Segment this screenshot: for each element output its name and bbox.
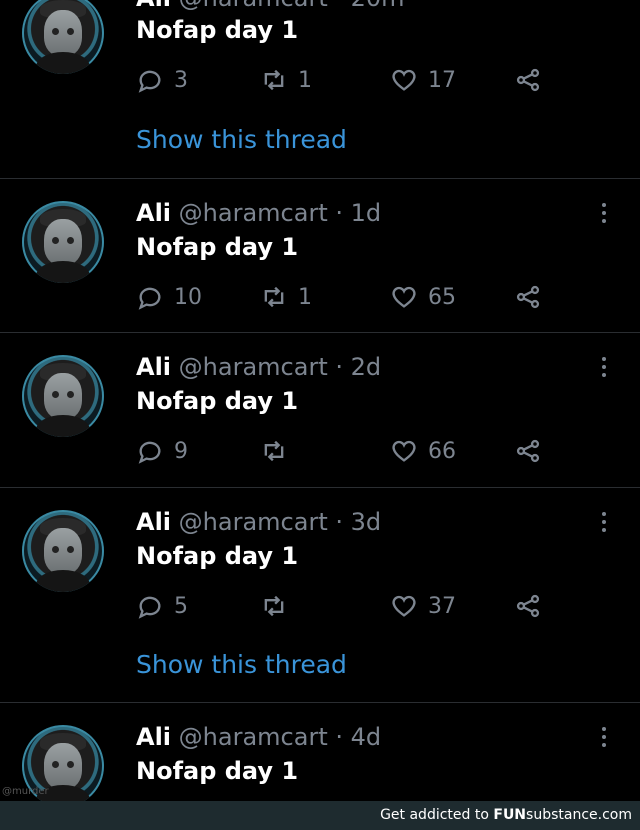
retweet-count: 1 — [298, 67, 312, 93]
like-action[interactable]: 66 — [390, 437, 456, 465]
author-name[interactable]: Ali — [136, 199, 171, 227]
tweet-time[interactable]: · 2d — [335, 353, 381, 381]
like-count: 66 — [428, 438, 456, 464]
reply-action[interactable]: 3 — [136, 66, 188, 94]
reply-count: 9 — [174, 438, 188, 464]
retweet-action[interactable]: 1 — [260, 283, 312, 311]
author-handle[interactable]: @haramcart — [179, 199, 328, 227]
author-name[interactable]: Ali — [136, 0, 171, 12]
tweet-time[interactable]: · 4d — [335, 723, 381, 751]
tweet-2[interactable]: Ali @haramcart · 2d Nofap day 1 9 66 — [0, 332, 640, 488]
heart-icon — [392, 286, 416, 308]
share-action[interactable] — [514, 66, 552, 94]
like-count: 17 — [428, 67, 456, 93]
more-options-icon[interactable] — [598, 357, 610, 381]
retweet-action[interactable]: 1 — [260, 66, 312, 94]
share-icon — [516, 439, 540, 463]
share-action[interactable] — [514, 592, 552, 620]
reply-action[interactable]: 9 — [136, 437, 188, 465]
tweet-time[interactable]: · 20m — [335, 0, 404, 12]
reply-icon — [138, 287, 161, 310]
reply-count: 3 — [174, 67, 188, 93]
reply-icon — [138, 441, 161, 464]
retweet-action[interactable] — [260, 437, 298, 465]
show-thread-link[interactable]: Show this thread — [136, 650, 347, 679]
tweet-time[interactable]: · 1d — [335, 199, 381, 227]
watermark: @murder — [2, 786, 49, 797]
reply-count: 10 — [174, 284, 202, 310]
tweet-header: Ali @haramcart · 20m — [136, 0, 405, 12]
tweet-0[interactable]: Ali @haramcart · 20m Nofap day 1 3 1 17 … — [0, 0, 640, 178]
more-options-icon[interactable] — [598, 727, 610, 751]
tweet-header: Ali @haramcart · 1d — [136, 199, 381, 227]
share-icon — [516, 594, 540, 618]
author-name[interactable]: Ali — [136, 723, 171, 751]
share-action[interactable] — [514, 283, 552, 311]
author-name[interactable]: Ali — [136, 353, 171, 381]
more-options-icon[interactable] — [598, 203, 610, 227]
reply-action[interactable]: 10 — [136, 283, 202, 311]
tweet-header: Ali @haramcart · 3d — [136, 508, 381, 536]
reply-icon — [138, 70, 161, 93]
retweet-icon — [264, 69, 284, 91]
author-handle[interactable]: @haramcart — [179, 508, 328, 536]
reply-action[interactable]: 5 — [136, 592, 188, 620]
tweet-text: Nofap day 1 — [136, 542, 299, 570]
like-count: 37 — [428, 593, 456, 619]
retweet-count: 1 — [298, 284, 312, 310]
footer-brand-rest: substance — [526, 807, 598, 823]
like-count: 65 — [428, 284, 456, 310]
heart-icon — [392, 595, 416, 617]
avatar[interactable] — [22, 201, 104, 283]
tweet-text: Nofap day 1 — [136, 387, 299, 415]
site-footer-banner[interactable]: Get addicted to FUNsubstance.com — [0, 801, 640, 830]
share-icon — [516, 285, 540, 309]
tweet-header: Ali @haramcart · 4d — [136, 723, 381, 751]
share-icon — [516, 68, 540, 92]
show-thread-link[interactable]: Show this thread — [136, 125, 347, 154]
tweet-header: Ali @haramcart · 2d — [136, 353, 381, 381]
reply-count: 5 — [174, 593, 188, 619]
more-options-icon[interactable] — [598, 512, 610, 536]
avatar[interactable] — [22, 510, 104, 592]
retweet-action[interactable] — [260, 592, 298, 620]
avatar[interactable] — [22, 355, 104, 437]
like-action[interactable]: 17 — [390, 66, 456, 94]
tweet-time[interactable]: · 3d — [335, 508, 381, 536]
like-action[interactable]: 37 — [390, 592, 456, 620]
footer-prefix: Get addicted to — [380, 807, 494, 823]
heart-icon — [392, 440, 416, 462]
tweet-4[interactable]: Ali @haramcart · 4d Nofap day 1 — [0, 702, 640, 802]
tweet-1[interactable]: Ali @haramcart · 1d Nofap day 1 10 1 65 — [0, 178, 640, 333]
author-handle[interactable]: @haramcart — [179, 723, 328, 751]
footer-brand: FUN — [493, 807, 527, 823]
retweet-icon — [264, 440, 284, 462]
share-action[interactable] — [514, 437, 552, 465]
retweet-icon — [264, 286, 284, 308]
tweet-3[interactable]: Ali @haramcart · 3d Nofap day 1 5 37 Sho… — [0, 487, 640, 703]
tweet-text: Nofap day 1 — [136, 233, 299, 261]
author-handle[interactable]: @haramcart — [179, 0, 328, 12]
like-action[interactable]: 65 — [390, 283, 456, 311]
footer-suffix: .com — [597, 807, 632, 823]
retweet-icon — [264, 595, 284, 617]
heart-icon — [392, 69, 416, 91]
tweet-text: Nofap day 1 — [136, 757, 299, 785]
author-name[interactable]: Ali — [136, 508, 171, 536]
avatar[interactable] — [22, 0, 104, 74]
reply-icon — [138, 596, 161, 619]
author-handle[interactable]: @haramcart — [179, 353, 328, 381]
tweet-text: Nofap day 1 — [136, 16, 299, 44]
